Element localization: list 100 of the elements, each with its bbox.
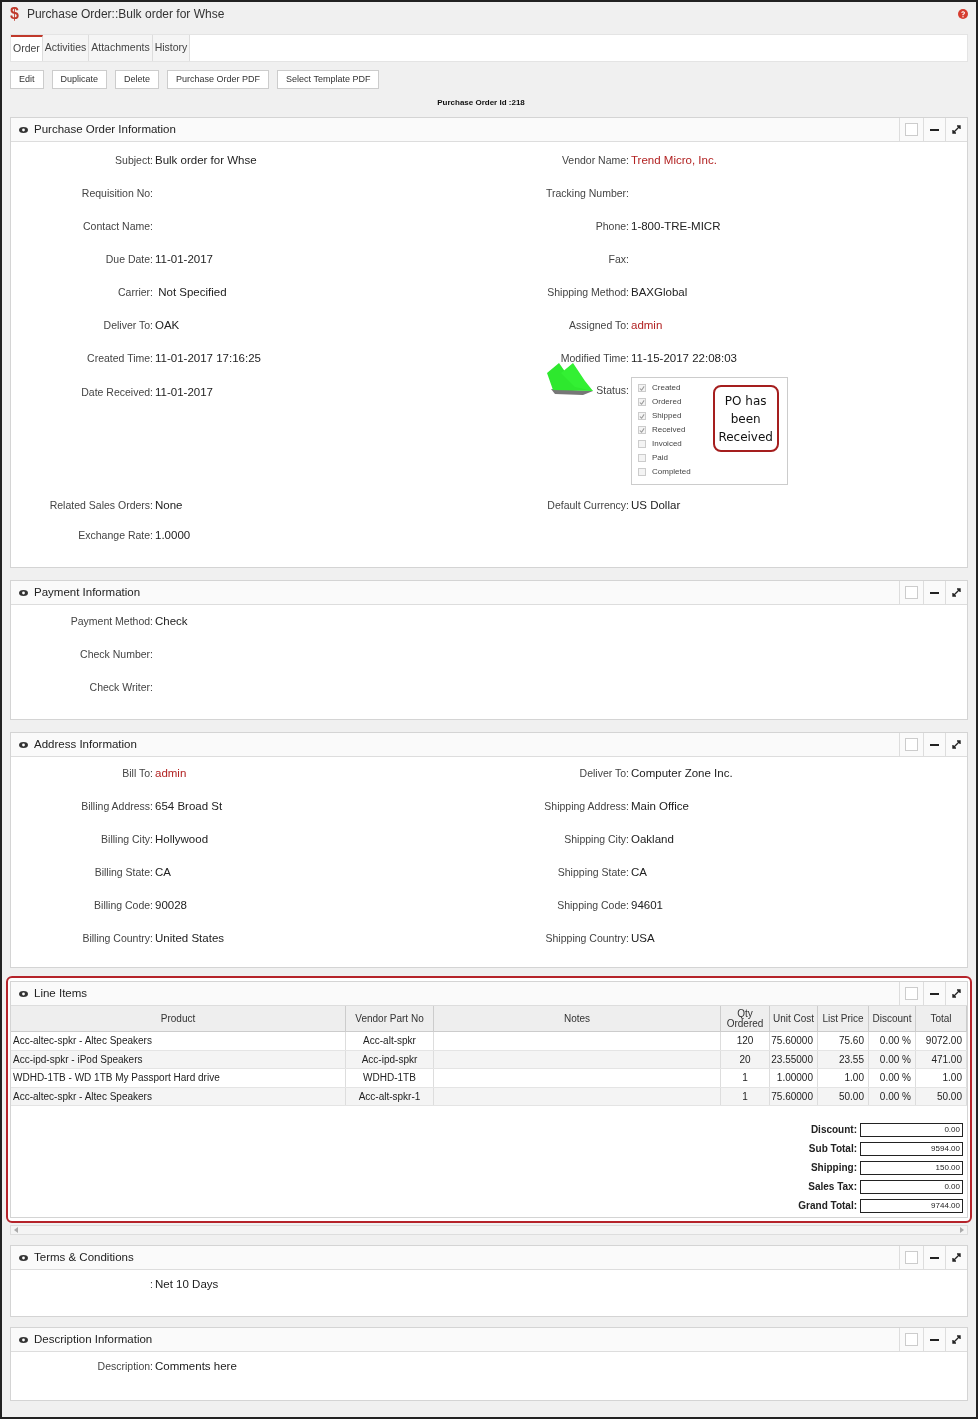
status-checkbox[interactable] [638, 426, 646, 434]
field-link[interactable]: admin [155, 764, 187, 783]
column-header: Unit Cost [770, 1006, 818, 1031]
expand-icon [952, 1253, 961, 1262]
field-label: Created Time: [86, 350, 153, 366]
table-cell-text: 0.00 % [879, 1034, 911, 1049]
tab[interactable]: Activities [42, 35, 90, 61]
scroll-left-icon[interactable] [14, 1227, 18, 1233]
table-cell-text: 0.00 % [879, 1071, 911, 1086]
total-label: Shipping: [810, 1161, 857, 1175]
field-label: Payment Method: [69, 613, 153, 629]
field-label: Requisition No: [80, 185, 153, 201]
field-label: Date Received: [80, 384, 153, 400]
table-cell-text: 50.00 [838, 1089, 864, 1104]
total-label: Discount: [810, 1123, 857, 1137]
field-label: : [149, 1277, 153, 1293]
field-value: United States [155, 930, 225, 946]
table-cell-text: Acc-ipd-spkr [361, 1052, 418, 1067]
table-cell-text: 75.60000 [771, 1089, 813, 1104]
section-title: Line Items [34, 985, 88, 1001]
field-label: Bill To: [121, 765, 153, 781]
total-label: Grand Total: [798, 1199, 857, 1213]
table-cell-text: WDHD-1TB [363, 1071, 416, 1086]
field-value: 94601 [631, 897, 663, 913]
toolbar-button[interactable]: Select Template PDF [277, 70, 380, 89]
section-title: Terms & Conditions [34, 1249, 134, 1265]
field-value: None [155, 498, 183, 514]
section-title: Description Information [34, 1331, 153, 1347]
table-cell-text: 23.55000 [771, 1052, 813, 1067]
table-cell-text: WDHD-1TB - WD 1TB My Passport Hard drive [13, 1071, 220, 1086]
status-label: Ordered [652, 396, 682, 408]
field-label: Fax: [607, 251, 629, 267]
field-value: 1-800-TRE-MICR [631, 218, 721, 234]
record-id: Purchase Order Id :218 [437, 97, 525, 109]
field-label: Description: [96, 1359, 153, 1375]
callout-text: Received [718, 428, 773, 446]
field-label: Billing Code: [93, 897, 153, 913]
field-label: Billing State: [93, 864, 153, 880]
field-value: CA [631, 864, 647, 880]
column-header: Discount [869, 1006, 916, 1031]
table-cell-text: 1.00 [942, 1071, 962, 1086]
field-label: Contact Name: [81, 218, 153, 234]
expand-icon [952, 740, 961, 749]
status-checkbox[interactable] [638, 412, 646, 420]
field-label: Billing Country: [81, 930, 153, 946]
field-value: CA [155, 864, 171, 880]
field-value: Comments here [155, 1359, 237, 1375]
table-cell-text: 1 [742, 1089, 748, 1104]
toolbar-button[interactable]: Duplicate [51, 70, 108, 89]
status-checkbox[interactable] [638, 398, 646, 406]
field-label: Subject: [114, 152, 153, 168]
table-cell-text: Acc-altec-spkr - Altec Speakers [13, 1089, 152, 1104]
status-checkbox[interactable] [638, 454, 646, 462]
expand-icon [952, 588, 961, 597]
total-field: 0.00 [860, 1122, 963, 1137]
field-value: Main Office [631, 798, 689, 814]
tab[interactable]: History [152, 35, 191, 61]
status-checkbox[interactable] [638, 468, 646, 476]
field-label: Default Currency: [546, 498, 629, 514]
help-icon[interactable] [958, 9, 968, 19]
callout-text: been [730, 410, 761, 428]
field-value: Check [155, 613, 188, 629]
status-label: Completed [652, 466, 691, 478]
table-cell-text: 1.00 [844, 1071, 864, 1086]
status-checkbox[interactable] [638, 384, 646, 392]
table-cell-text: Acc-ipd-spkr - iPod Speakers [13, 1052, 143, 1067]
field-value: Net 10 Days [155, 1277, 219, 1293]
field-value: Oakland [631, 831, 674, 847]
table-cell-text: 75.60 [838, 1034, 864, 1049]
status-label: Created [652, 382, 681, 394]
status-label: Received [652, 424, 686, 436]
status-checkbox[interactable] [638, 440, 646, 448]
field-label: Exchange Rate: [77, 528, 153, 544]
table-cell-text: 1.00000 [776, 1071, 813, 1086]
field-label: Modified Time: [559, 350, 629, 366]
column-header: Notes [434, 1006, 721, 1031]
toolbar-button[interactable]: Purchase Order PDF [167, 70, 270, 89]
toolbar-button[interactable]: Delete [115, 70, 160, 89]
field-value: 11-01-2017 [155, 385, 213, 400]
field-label: Shipping State: [556, 864, 629, 880]
scroll-right-icon[interactable] [960, 1227, 964, 1233]
table-cell-text: Acc-altec-spkr - Altec Speakers [13, 1034, 152, 1049]
tab[interactable]: Order [11, 35, 43, 61]
column-header: Qty Ordered [721, 1006, 770, 1031]
eye-icon [19, 741, 28, 748]
field-value: 11-01-2017 [155, 251, 213, 267]
field-value: Computer Zone Inc. [631, 765, 733, 781]
status-label: Shipped [652, 410, 682, 422]
toolbar-button[interactable]: Edit [10, 70, 44, 89]
field-link[interactable]: Trend Micro, Inc. [631, 151, 717, 170]
tab[interactable]: Attachments [89, 35, 153, 61]
section-title: Purchase Order Information [34, 121, 176, 137]
field-value: US Dollar [631, 498, 681, 514]
table-cell-text: Acc-alt-spkr-1 [358, 1089, 421, 1104]
horizontal-scrollbar[interactable] [10, 1225, 968, 1235]
field-label: Billing City: [100, 831, 153, 847]
column-header: List Price [818, 1006, 869, 1031]
expand-icon [952, 125, 961, 134]
field-value: BAXGlobal [631, 284, 688, 300]
field-link[interactable]: admin [631, 316, 663, 335]
